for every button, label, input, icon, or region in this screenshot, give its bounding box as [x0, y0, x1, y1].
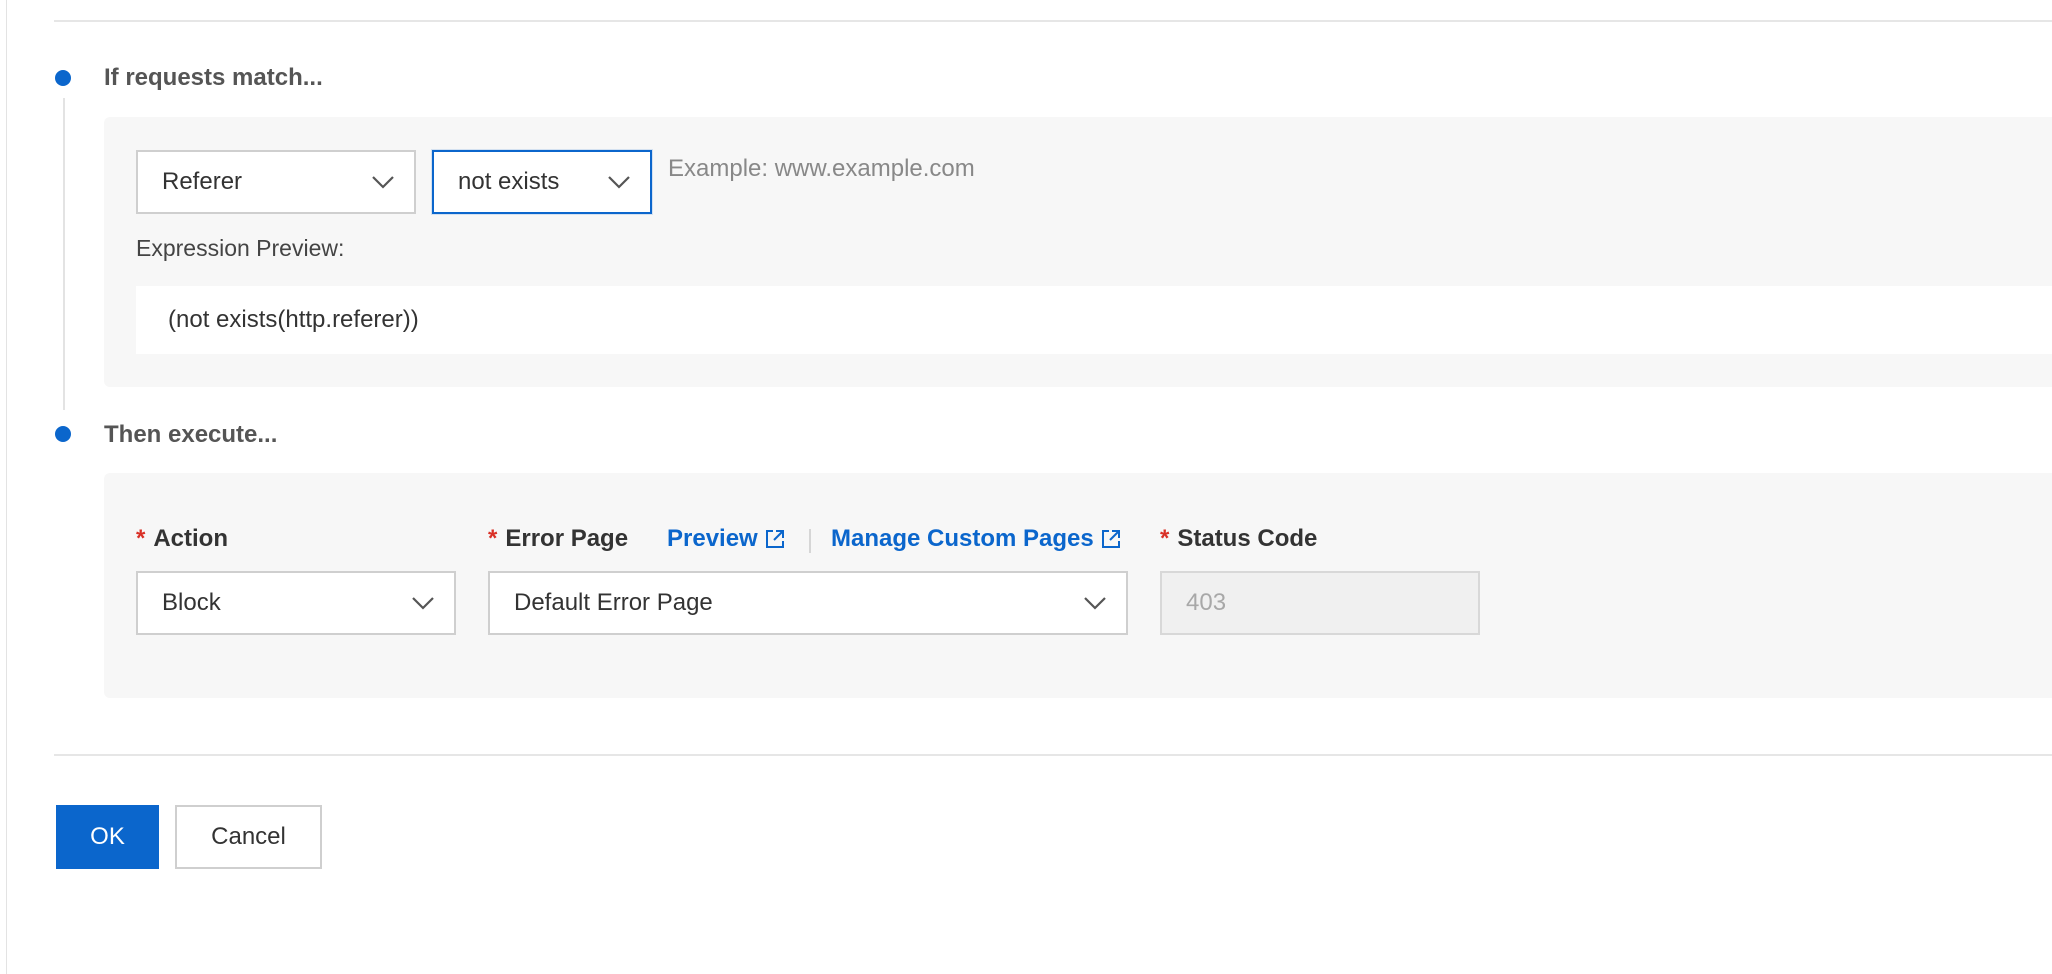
timeline-connector [63, 98, 65, 410]
step-marker-match [55, 70, 71, 86]
match-field-select[interactable]: Referer [136, 150, 416, 214]
preview-link-text: Preview [667, 525, 758, 552]
error-page-select-value: Default Error Page [514, 589, 713, 616]
top-divider [54, 20, 2052, 22]
rule-editor-page: If requests match... Referer not exists … [0, 0, 2052, 974]
match-field-value: Referer [162, 168, 243, 195]
chevron-down-icon [370, 169, 396, 195]
error-page-label: * Error Page [488, 524, 628, 554]
match-operator-value: not exists [458, 168, 560, 195]
footer-divider [54, 754, 2052, 756]
external-link-icon [1100, 528, 1122, 550]
manage-custom-pages-link[interactable]: Manage Custom Pages [831, 524, 1122, 554]
expression-preview-label: Expression Preview: [136, 235, 345, 261]
match-operator-select[interactable]: not exists [432, 150, 652, 214]
status-code-label: * Status Code [1160, 524, 1317, 554]
step-title-execute: Then execute... [104, 421, 278, 448]
value-example-hint: Example: www.example.com [668, 155, 975, 182]
action-label: * Action [136, 524, 228, 554]
chevron-down-icon [606, 169, 632, 195]
chevron-down-icon [410, 590, 436, 616]
expression-preview-box: (not exists(http.referer)) [136, 286, 2052, 354]
status-code-value: 403 [1186, 589, 1227, 616]
required-marker: * [136, 525, 146, 552]
step-title-match: If requests match... [104, 64, 323, 91]
manage-custom-pages-text: Manage Custom Pages [831, 525, 1094, 552]
chevron-down-icon [1082, 590, 1108, 616]
ok-button[interactable]: OK [56, 805, 159, 869]
action-label-text: Action [153, 525, 229, 552]
preview-link[interactable]: Preview [667, 524, 786, 554]
action-select-value: Block [162, 589, 221, 616]
required-marker: * [488, 525, 498, 552]
cancel-button[interactable]: Cancel [175, 805, 322, 869]
status-code-label-text: Status Code [1177, 525, 1318, 552]
step-marker-execute [55, 426, 71, 442]
left-border [6, 0, 7, 974]
required-marker: * [1160, 525, 1170, 552]
action-select[interactable]: Block [136, 571, 456, 635]
status-code-input[interactable]: 403 [1160, 571, 1480, 635]
expression-preview-text: (not exists(http.referer)) [168, 306, 419, 333]
error-page-label-text: Error Page [505, 525, 629, 552]
external-link-icon [764, 528, 786, 550]
link-separator [809, 529, 811, 553]
error-page-select[interactable]: Default Error Page [488, 571, 1128, 635]
